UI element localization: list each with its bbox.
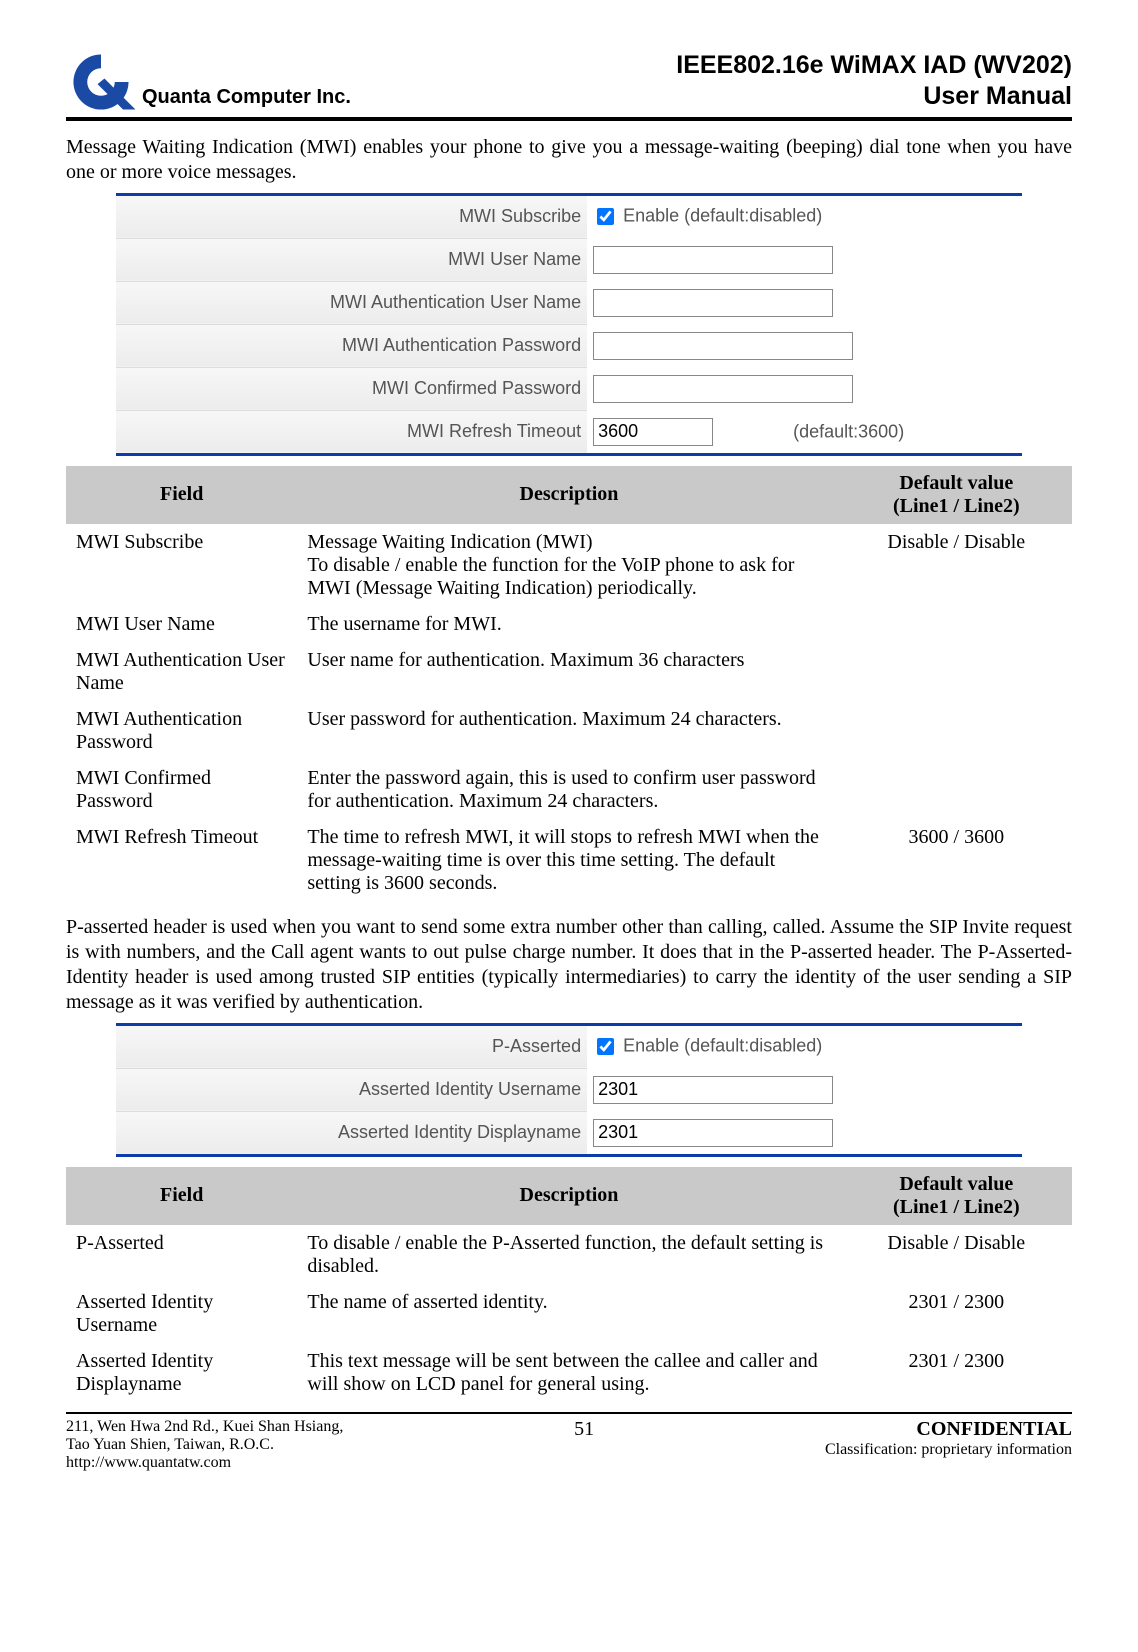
mwi-refresh-input[interactable]: [593, 418, 713, 446]
mwi-user-name-input[interactable]: [593, 246, 833, 274]
asserted-displayname-input[interactable]: [593, 1119, 833, 1147]
company-name: Quanta Computer Inc.: [142, 86, 351, 113]
mwi-subscribe-label: MWI Subscribe: [116, 194, 587, 238]
p-asserted-label: P-Asserted: [116, 1024, 587, 1068]
table-row: P-Asserted: [66, 1225, 297, 1284]
p-asserted-text: Enable (default:disabled): [623, 1035, 822, 1055]
p-asserted-description-table: Field Description Default value(Line1 / …: [66, 1167, 1072, 1402]
table-row: MWI User Name: [66, 606, 297, 642]
classification-label: Classification: proprietary information: [825, 1441, 1072, 1459]
footer-url: http://www.quantatw.com: [66, 1454, 343, 1472]
table-row: MWI Subscribe: [66, 524, 297, 606]
p-asserted-checkbox[interactable]: [597, 1038, 614, 1055]
table-row: Asserted Identity Displayname: [66, 1343, 297, 1402]
mwi-auth-pass-label: MWI Authentication Password: [116, 324, 587, 367]
table-row: Asserted Identity Username: [66, 1284, 297, 1343]
table-row: MWI Authentication Password: [66, 701, 297, 760]
header-divider: [66, 117, 1072, 121]
mwi-subscribe-text: Enable (default:disabled): [623, 205, 822, 225]
col-def-header: Default value(Line1 / Line2): [841, 466, 1072, 525]
p-asserted-intro-text: P-asserted header is used when you want …: [66, 915, 1072, 1015]
mwi-user-name-label: MWI User Name: [116, 238, 587, 281]
footer-address-2: Tao Yuan Shien, Taiwan, R.O.C.: [66, 1436, 343, 1454]
table-row: MWI Authentication User Name: [66, 642, 297, 701]
footer-address-1: 211, Wen Hwa 2nd Rd., Kuei Shan Hsiang,: [66, 1418, 343, 1436]
asserted-username-input[interactable]: [593, 1076, 833, 1104]
mwi-auth-user-label: MWI Authentication User Name: [116, 281, 587, 324]
col-field-header: Field: [66, 466, 297, 525]
mwi-conf-pass-label: MWI Confirmed Password: [116, 367, 587, 410]
page-number: 51: [574, 1418, 594, 1477]
mwi-refresh-hint: (default:3600): [793, 421, 904, 441]
p-asserted-form-table: P-Asserted Enable (default:disabled) Ass…: [116, 1023, 1021, 1157]
mwi-intro-text: Message Waiting Indication (MWI) enables…: [66, 135, 1072, 185]
document-title: IEEE802.16e WiMAX IAD (WV202) User Manua…: [676, 50, 1072, 113]
mwi-subscribe-checkbox[interactable]: [597, 208, 614, 225]
mwi-conf-pass-input[interactable]: [593, 375, 853, 403]
col-desc-header: Description: [297, 466, 840, 525]
asserted-displayname-label: Asserted Identity Displayname: [116, 1111, 587, 1155]
logo-group: Quanta Computer Inc.: [66, 51, 351, 113]
table-row: MWI Confirmed Password: [66, 760, 297, 819]
mwi-auth-user-input[interactable]: [593, 289, 833, 317]
mwi-description-table: Field Description Default value(Line1 / …: [66, 466, 1072, 901]
mwi-auth-pass-input[interactable]: [593, 332, 853, 360]
footer-divider: [66, 1412, 1072, 1414]
confidential-label: CONFIDENTIAL: [825, 1418, 1072, 1441]
quanta-logo-icon: [66, 51, 136, 113]
table-row: MWI Refresh Timeout: [66, 819, 297, 901]
asserted-username-label: Asserted Identity Username: [116, 1068, 587, 1111]
page-footer: 211, Wen Hwa 2nd Rd., Kuei Shan Hsiang, …: [66, 1418, 1072, 1477]
mwi-refresh-label: MWI Refresh Timeout: [116, 410, 587, 454]
mwi-form-table: MWI Subscribe Enable (default:disabled) …: [116, 193, 1021, 456]
